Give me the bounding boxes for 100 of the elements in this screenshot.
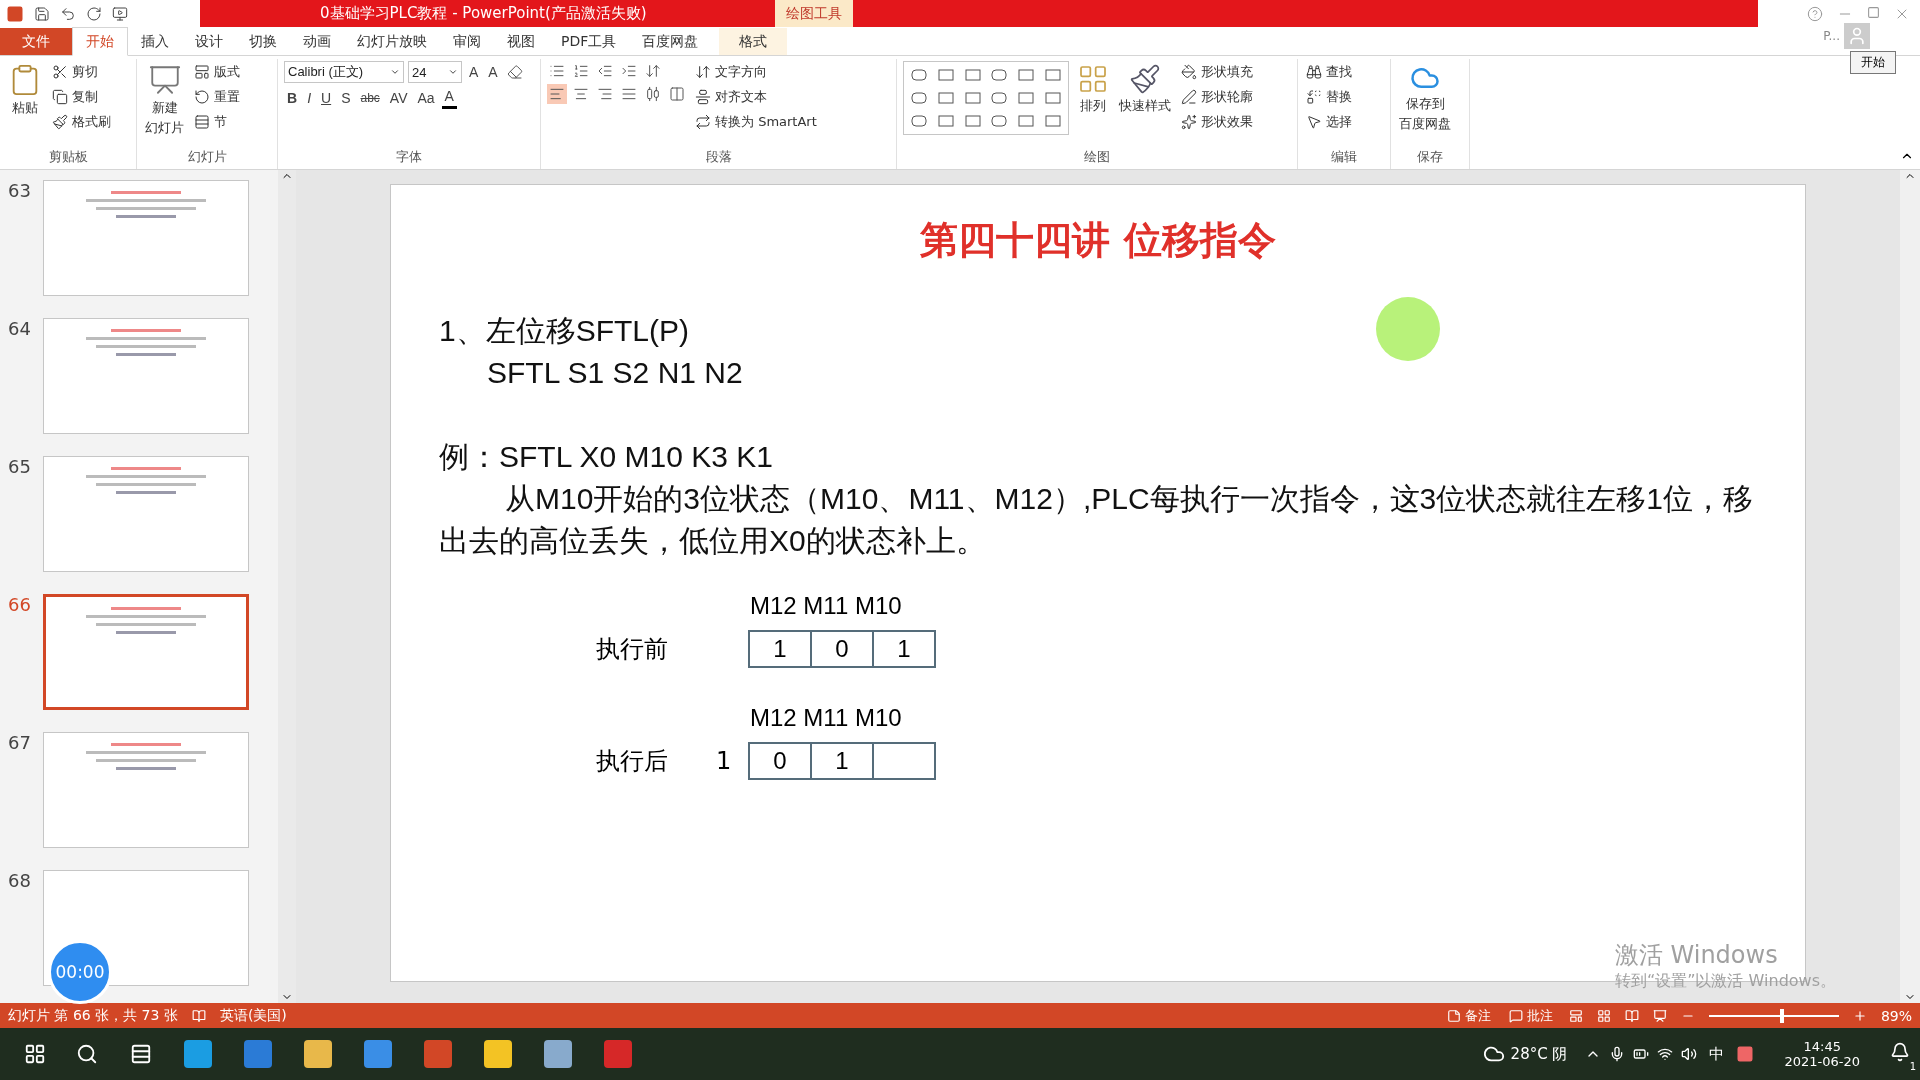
- align-icon[interactable]: [547, 84, 567, 104]
- ribbon-tab[interactable]: 切换: [236, 28, 290, 55]
- ribbon-button[interactable]: 版式: [192, 61, 242, 83]
- account-name[interactable]: P...: [1823, 29, 1840, 43]
- ribbon-tab[interactable]: PDF工具: [548, 28, 630, 55]
- shifted-bit: 1: [716, 747, 733, 775]
- help-icon[interactable]: [1807, 5, 1823, 22]
- shape-icon[interactable]: [910, 113, 929, 128]
- notes-button[interactable]: 备注: [1444, 1004, 1493, 1027]
- ribbon-large-button[interactable]: 粘贴: [6, 61, 44, 119]
- context-tab-title: 绘图工具: [775, 0, 853, 27]
- button-icon: [194, 114, 210, 130]
- normal-view-icon[interactable]: [1568, 1008, 1583, 1023]
- ribbon-large-button[interactable]: 保存到 百度网盘: [1397, 61, 1453, 135]
- ribbon-tab[interactable]: 文件: [0, 28, 72, 55]
- shape-icon[interactable]: [990, 113, 1009, 128]
- format-button[interactable]: I: [304, 87, 314, 108]
- zoom-in-icon[interactable]: [1852, 1008, 1867, 1023]
- restore-icon[interactable]: [1867, 5, 1880, 19]
- ribbon-tab[interactable]: 幻灯片放映: [344, 28, 440, 55]
- ribbon-button[interactable]: 复制: [50, 86, 113, 108]
- language-label[interactable]: 英语(美国): [219, 1006, 287, 1025]
- format-button[interactable]: abc: [357, 88, 383, 107]
- spellcheck-icon[interactable]: [191, 1008, 206, 1023]
- grow-font-button[interactable]: A: [466, 62, 482, 82]
- ribbon-button[interactable]: 剪切: [50, 61, 113, 83]
- shape-icon[interactable]: [910, 91, 929, 105]
- shape-icon[interactable]: [910, 68, 929, 83]
- format-button[interactable]: A: [441, 86, 457, 109]
- start-icon[interactable]: [24, 1043, 46, 1065]
- button-icon: [1181, 89, 1197, 105]
- notification-icon[interactable]: [1890, 1042, 1910, 1062]
- format-button[interactable]: B: [284, 87, 301, 108]
- slide-thumbnail[interactable]: [42, 456, 249, 572]
- ribbon-large-button[interactable]: 快速样式: [1117, 61, 1173, 117]
- slideshow-icon[interactable]: [1652, 1008, 1667, 1023]
- sorter-view-icon[interactable]: [1596, 1008, 1611, 1023]
- ribbon-tab[interactable]: 审阅: [440, 28, 494, 55]
- ribbon-button[interactable]: 替换: [1304, 86, 1354, 108]
- slide-thumbnail[interactable]: [42, 594, 249, 710]
- ribbon-tab[interactable]: 设计: [182, 28, 236, 55]
- ribbon-button[interactable]: 形状轮廓: [1179, 86, 1255, 108]
- ribbon-tab[interactable]: 格式: [719, 28, 788, 55]
- slideshow-icon[interactable]: [112, 5, 128, 22]
- group-label: 保存: [1416, 148, 1444, 166]
- format-button[interactable]: Aa: [414, 87, 438, 108]
- row-label: 执行前: [596, 634, 669, 665]
- ribbon-button[interactable]: 选择: [1304, 111, 1354, 133]
- ribbon-button[interactable]: 对齐文本: [693, 86, 819, 108]
- zoom-percent[interactable]: 89%: [1880, 1007, 1912, 1024]
- zoom-thumb[interactable]: [1780, 1008, 1785, 1023]
- reading-view-icon[interactable]: [1624, 1008, 1639, 1023]
- button-icon: [695, 114, 711, 130]
- columns-icon[interactable]: [667, 84, 687, 104]
- ribbon-button[interactable]: 文字方向: [693, 61, 819, 83]
- ribbon-button[interactable]: 转换为 SmartArt: [693, 111, 819, 133]
- shrink-font-button[interactable]: A: [485, 62, 501, 82]
- shape-icon[interactable]: [990, 91, 1009, 105]
- button-icon: [695, 64, 711, 80]
- format-button[interactable]: AV: [386, 87, 411, 108]
- ribbon-tab[interactable]: 视图: [494, 28, 548, 55]
- task-view-icon[interactable]: [130, 1043, 152, 1065]
- ribbon-tab[interactable]: 开始: [72, 27, 128, 56]
- ime-indicator[interactable]: 中: [1709, 1044, 1725, 1064]
- ribbon-button[interactable]: 形状效果: [1179, 111, 1255, 133]
- format-button[interactable]: S: [338, 87, 354, 108]
- format-button[interactable]: U: [318, 87, 335, 108]
- weather-text[interactable]: 28°C 阴: [1510, 1044, 1568, 1064]
- wifi-icon[interactable]: [1657, 1046, 1674, 1062]
- app-tray-icon[interactable]: [1736, 1045, 1755, 1063]
- clock-date[interactable]: 2021-06-20: [1784, 1054, 1860, 1069]
- slide-thumbnail[interactable]: [42, 180, 249, 296]
- ribbon-button[interactable]: 形状填充: [1179, 61, 1255, 83]
- ribbon-tab[interactable]: 百度网盘: [629, 28, 712, 55]
- ribbon-button[interactable]: 查找: [1304, 61, 1354, 83]
- group-label: 字体: [395, 148, 423, 166]
- slide-thumbnail[interactable]: [42, 732, 249, 848]
- comments-button[interactable]: 批注: [1506, 1004, 1555, 1027]
- undo-icon[interactable]: [60, 5, 76, 22]
- ribbon-tab[interactable]: 动画: [290, 28, 344, 55]
- scrollbar[interactable]: [278, 170, 296, 1003]
- ribbon-tab[interactable]: 插入: [128, 28, 182, 55]
- redo-icon[interactable]: [86, 5, 102, 22]
- battery-icon[interactable]: [1633, 1046, 1650, 1062]
- shape-icon[interactable]: [990, 68, 1009, 83]
- ribbon-button[interactable]: 重置: [192, 86, 242, 108]
- font-size-field[interactable]: 24: [408, 61, 462, 83]
- volume-icon[interactable]: [1681, 1046, 1698, 1062]
- ribbon-button[interactable]: 格式刷: [50, 111, 113, 133]
- clock-time[interactable]: 14:45: [1803, 1039, 1841, 1054]
- ribbon-button[interactable]: 节: [192, 111, 242, 133]
- group-label: 幻灯片: [186, 148, 228, 166]
- search-icon[interactable]: [76, 1043, 98, 1065]
- save-icon[interactable]: [34, 5, 50, 22]
- ribbon-large-button[interactable]: 新建 幻灯片: [143, 61, 186, 139]
- scrollbar[interactable]: [1900, 170, 1920, 1003]
- ribbon-large-button[interactable]: 排列: [1075, 61, 1111, 117]
- notes-icon: [1446, 1008, 1461, 1023]
- slide-thumbnail[interactable]: [42, 318, 249, 434]
- font-field[interactable]: Calibri (正文): [284, 61, 404, 83]
